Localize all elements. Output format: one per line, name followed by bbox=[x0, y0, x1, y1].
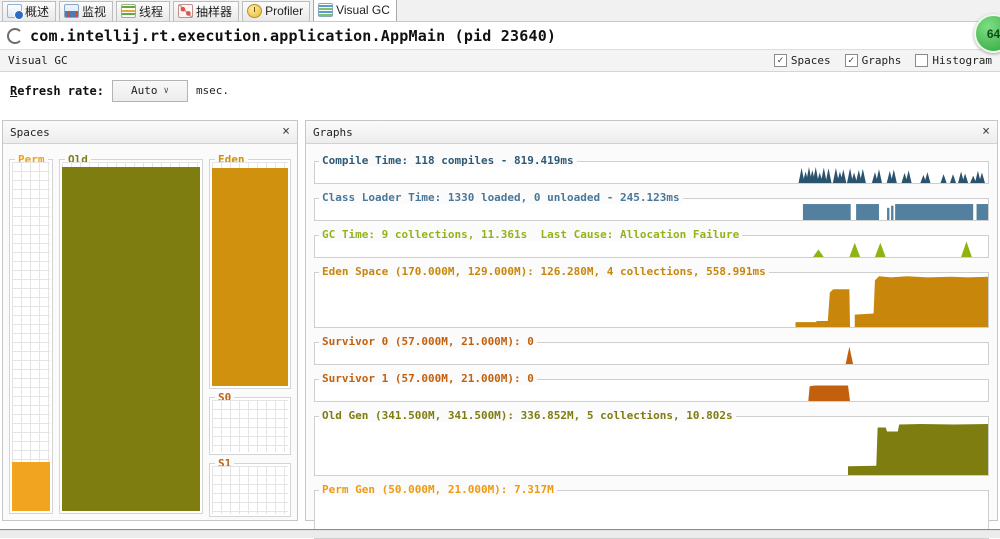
overview-icon bbox=[7, 4, 24, 20]
tab-bar: 概述 监视 线程 抽样器 Profiler Visual GC bbox=[0, 0, 1000, 22]
refresh-rate-row: Refresh rate: Auto ∨ msec. bbox=[0, 72, 1000, 109]
spaces-panel-title: Spaces bbox=[10, 125, 50, 139]
application-title: com.intellij.rt.execution.application.Ap… bbox=[30, 26, 557, 45]
graph-label-compile: Compile Time: 118 compiles - 819.419ms bbox=[319, 154, 577, 167]
checkbox-spaces[interactable]: ✓ Spaces bbox=[773, 54, 831, 67]
tab-sampler[interactable]: 抽样器 bbox=[173, 1, 240, 21]
spaces-panel: Spaces × Perm Old Eden S0 S1 bbox=[2, 120, 298, 521]
space-group-old: Old bbox=[59, 153, 203, 514]
spaces-close-icon[interactable]: × bbox=[282, 125, 290, 138]
graph-row-old: Old Gen (341.500M, 341.500M): 336.852M, … bbox=[314, 409, 989, 476]
space-fill-old bbox=[62, 167, 200, 511]
tab-overview[interactable]: 概述 bbox=[2, 1, 57, 21]
space-group-s1: S1 bbox=[209, 457, 291, 517]
space-group-s0: S0 bbox=[209, 391, 291, 455]
checkbox-box-histogram[interactable] bbox=[915, 54, 929, 67]
graph-row-compile: Compile Time: 118 compiles - 819.419ms bbox=[314, 154, 989, 184]
tab-label-overview: 概述 bbox=[25, 4, 50, 19]
graph-plot-old bbox=[848, 423, 988, 475]
refresh-rate-label-rest: efresh rate: bbox=[17, 83, 104, 98]
checkbox-label-spaces: Spaces bbox=[790, 54, 831, 67]
tab-label-sampler: 抽样器 bbox=[196, 4, 233, 19]
tab-label-profiler: Profiler bbox=[265, 4, 304, 18]
tab-label-threads: 线程 bbox=[139, 4, 164, 19]
visualgc-toolbar: Visual GC ✓ Spaces ✓ Graphs Histogram bbox=[0, 49, 1000, 72]
spaces-column-old: Old bbox=[59, 153, 203, 514]
spaces-column-perm: Perm bbox=[9, 153, 53, 514]
graph-label-classloader: Class Loader Time: 1330 loaded, 0 unload… bbox=[319, 191, 683, 204]
graph-label-eden: Eden Space (170.000M, 129.000M): 126.280… bbox=[319, 265, 769, 278]
refresh-rate-unit: msec. bbox=[195, 84, 230, 97]
graphs-panel-body: Compile Time: 118 compiles - 819.419ms Cl… bbox=[306, 144, 997, 539]
status-spinner-icon bbox=[7, 27, 23, 44]
spaces-panel-header: Spaces × bbox=[3, 121, 297, 144]
visualgc-icon bbox=[318, 3, 334, 17]
refresh-rate-select[interactable]: Auto ∨ bbox=[111, 79, 188, 102]
space-group-eden: Eden bbox=[209, 153, 291, 389]
spaces-panel-body: Perm Old Eden S0 S1 bbox=[3, 144, 297, 520]
refresh-rate-label: Refresh rate: bbox=[10, 84, 104, 98]
space-grid-s0 bbox=[212, 400, 288, 452]
graphs-panel: Graphs × Compile Time: 118 compiles - 81… bbox=[305, 120, 998, 539]
graph-row-s0: Survivor 0 (57.000M, 21.000M): 0 bbox=[314, 335, 989, 365]
graph-row-classloader: Class Loader Time: 1330 loaded, 0 unload… bbox=[314, 191, 989, 221]
threads-icon bbox=[121, 4, 137, 18]
checkbox-label-histogram: Histogram bbox=[932, 54, 992, 67]
visualgc-toolbar-label: Visual GC bbox=[8, 54, 68, 67]
space-fill-perm bbox=[12, 462, 50, 511]
space-group-perm: Perm bbox=[9, 153, 53, 514]
graph-plot-eden bbox=[795, 276, 988, 327]
bottom-status-bar bbox=[0, 529, 1000, 538]
checkbox-label-graphs: Graphs bbox=[861, 54, 902, 67]
monitor-icon bbox=[64, 4, 80, 18]
tab-label-monitor: 监视 bbox=[82, 4, 107, 19]
graph-label-s0: Survivor 0 (57.000M, 21.000M): 0 bbox=[319, 335, 537, 348]
space-grid-s1 bbox=[212, 466, 288, 514]
graph-row-s1: Survivor 1 (57.000M, 21.000M): 0 bbox=[314, 372, 989, 402]
checkbox-box-graphs[interactable]: ✓ bbox=[844, 54, 858, 67]
overlay-badge-text: 64 bbox=[986, 26, 1000, 41]
graph-label-s1: Survivor 1 (57.000M, 21.000M): 0 bbox=[319, 372, 537, 385]
space-grid-eden bbox=[212, 162, 288, 386]
tab-visualgc[interactable]: Visual GC bbox=[313, 0, 397, 21]
refresh-rate-value: Auto bbox=[130, 84, 158, 97]
spaces-column-young: Eden S0 S1 bbox=[209, 153, 291, 517]
main-content: Spaces × Perm Old Eden S0 S1 Graphs × Comp… bbox=[0, 109, 1000, 539]
space-grid-perm bbox=[12, 162, 50, 511]
graph-label-perm: Perm Gen (50.000M, 21.000M): 7.317M bbox=[319, 483, 557, 496]
tab-profiler[interactable]: Profiler bbox=[242, 1, 311, 21]
graphs-panel-header: Graphs × bbox=[306, 121, 997, 144]
tab-label-visualgc: Visual GC bbox=[336, 3, 390, 17]
space-grid-old bbox=[62, 162, 200, 511]
checkbox-box-spaces[interactable]: ✓ bbox=[773, 54, 787, 67]
graphs-close-icon[interactable]: × bbox=[982, 125, 990, 138]
checkbox-histogram[interactable]: Histogram bbox=[915, 54, 992, 67]
chevron-down-icon: ∨ bbox=[163, 85, 169, 96]
tab-monitor[interactable]: 监视 bbox=[59, 1, 114, 21]
application-title-row: com.intellij.rt.execution.application.Ap… bbox=[0, 22, 1000, 49]
view-checkbox-group: ✓ Spaces ✓ Graphs Histogram bbox=[773, 54, 992, 67]
graphs-panel-title: Graphs bbox=[313, 125, 353, 139]
checkbox-graphs[interactable]: ✓ Graphs bbox=[844, 54, 902, 67]
tab-threads[interactable]: 线程 bbox=[116, 1, 171, 21]
sampler-icon bbox=[178, 4, 194, 18]
graph-label-gc: GC Time: 9 collections, 11.361s Last Cau… bbox=[319, 228, 743, 241]
profiler-icon bbox=[247, 4, 263, 18]
graph-row-gc: GC Time: 9 collections, 11.361s Last Cau… bbox=[314, 228, 989, 258]
graph-row-eden: Eden Space (170.000M, 129.000M): 126.280… bbox=[314, 265, 989, 328]
space-fill-eden bbox=[212, 167, 288, 386]
graph-label-old: Old Gen (341.500M, 341.500M): 336.852M, … bbox=[319, 409, 736, 422]
